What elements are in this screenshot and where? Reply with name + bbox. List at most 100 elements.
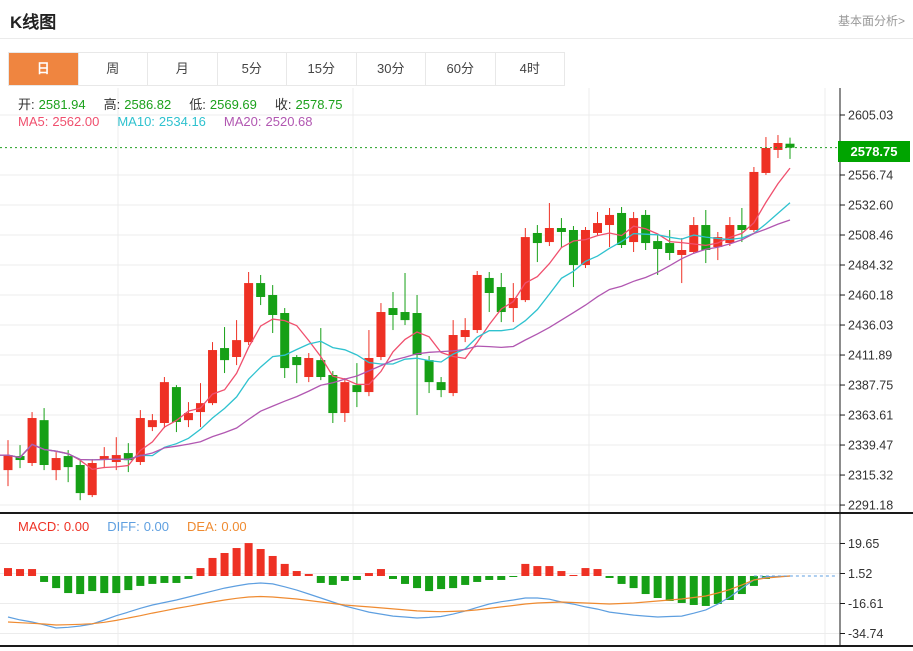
macd-histogram-bar	[233, 548, 241, 576]
ma10-legend-value: 2534.16	[159, 114, 206, 129]
macd-histogram-bar	[329, 576, 337, 585]
ma20-legend-label: MA20:	[224, 114, 262, 129]
macd-histogram-bar	[209, 558, 217, 576]
macd-histogram-bar	[28, 569, 36, 576]
candle-body	[569, 230, 578, 265]
macd-legend-label: MACD:	[18, 519, 60, 534]
candle-body	[244, 283, 253, 342]
macd-histogram-bar	[52, 576, 60, 588]
macd-histogram-bar	[269, 556, 277, 576]
candle-body	[449, 335, 458, 393]
macd-legend: MACD: 0.00	[18, 519, 93, 534]
candle-body	[677, 250, 686, 255]
macd-histogram-bar	[557, 571, 565, 576]
macd-histogram-bar	[317, 576, 325, 583]
diff-legend: DIFF:0.00	[107, 519, 173, 534]
ohlc-high: 高:2586.82	[104, 94, 176, 113]
candle-body	[545, 228, 554, 242]
ma20-legend: MA20: 2520.68	[224, 114, 317, 129]
price-axis-label: 2411.89	[848, 349, 892, 363]
macd-histogram-bar	[389, 576, 397, 579]
macd-histogram-bar	[184, 576, 192, 579]
macd-histogram-bar	[40, 576, 48, 582]
candle-body	[208, 350, 217, 403]
macd-histogram-bar	[690, 576, 698, 605]
macd-histogram-bar	[353, 576, 361, 580]
macd-histogram-bar	[545, 566, 553, 576]
ohlc-close-label: 收:	[275, 97, 292, 112]
macd-histogram-bar	[606, 576, 614, 578]
macd-histogram-bar	[642, 576, 650, 594]
candle-body	[521, 237, 530, 300]
ma20-legend-value: 2520.68	[266, 114, 313, 129]
candle-body	[533, 233, 542, 243]
macd-histogram-bar	[666, 576, 674, 601]
macd-histogram-bar	[4, 568, 12, 576]
macd-histogram-bar	[401, 576, 409, 584]
macd-histogram-bar	[497, 576, 505, 580]
candle-body	[148, 420, 157, 427]
candle-body	[100, 456, 109, 459]
macd-axis-label: -34.74	[848, 627, 883, 641]
price-axis-label: 2363.61	[848, 409, 893, 423]
macd-histogram-bar	[618, 576, 626, 584]
candle-body	[786, 144, 795, 148]
candle-body	[304, 358, 313, 377]
macd-histogram-bar	[124, 576, 132, 590]
price-axis-label: 2291.18	[848, 499, 893, 513]
dea-legend-value: 0.00	[221, 519, 246, 534]
macd-legend-value: 0.00	[64, 519, 89, 534]
ohlc-open-value: 2581.94	[39, 97, 86, 112]
macd-histogram-bar	[569, 575, 577, 576]
macd-histogram-bar	[64, 576, 72, 593]
candle-body	[88, 463, 97, 495]
candle-body	[653, 241, 662, 249]
candle-body	[76, 465, 85, 493]
price-axis-label: 2339.47	[848, 439, 893, 453]
ma10-legend: MA10: 2534.16	[117, 114, 210, 129]
macd-histogram-bar	[473, 576, 481, 582]
candle-body	[268, 295, 277, 315]
candle-body	[689, 225, 698, 252]
candle-body	[328, 375, 337, 413]
price-axis-label: 2605.03	[848, 109, 893, 123]
candle-body	[376, 312, 385, 357]
macd-histogram-bar	[425, 576, 433, 591]
ohlc-close: 收:2578.75	[275, 94, 347, 113]
macd-histogram-bar	[594, 569, 602, 576]
candle-body	[725, 225, 734, 243]
candle-body	[437, 382, 446, 390]
candle-body	[749, 172, 758, 230]
candle-body	[557, 228, 566, 232]
ohlc-row: 开: 2581.94 高:2586.82 低:2569.69 收:2578.75	[18, 94, 361, 113]
macd-histogram-bar	[702, 576, 710, 606]
candle-body	[593, 223, 602, 233]
candle-body	[473, 275, 482, 330]
macd-histogram-bar	[449, 576, 457, 588]
ohlc-open-label: 开:	[18, 97, 35, 112]
candle-body	[388, 308, 397, 315]
candle-body	[160, 382, 169, 423]
macd-histogram-bar	[293, 571, 301, 576]
macd-histogram-bar	[533, 566, 541, 576]
macd-histogram-bar	[581, 568, 589, 576]
macd-histogram-bar	[112, 576, 120, 593]
ohlc-high-value: 2586.82	[124, 97, 171, 112]
macd-histogram-bar	[148, 576, 156, 584]
macd-axis-label: -16.61	[848, 597, 883, 611]
macd-histogram-bar	[509, 576, 517, 577]
price-axis-label: 2508.46	[848, 229, 893, 243]
ma10-legend-label: MA10:	[117, 114, 155, 129]
current-price-badge-text: 2578.75	[851, 144, 898, 159]
macd-histogram-bar	[281, 564, 289, 576]
candle-body	[629, 218, 638, 242]
candle-body	[425, 360, 434, 382]
candle-body	[4, 455, 13, 470]
ohlc-low: 低:2569.69	[189, 94, 261, 113]
macd-histogram-bar	[461, 576, 469, 585]
macd-histogram-bar	[341, 576, 349, 581]
macd-histogram-bar	[245, 543, 253, 576]
macd-legend-row: MACD: 0.00 DIFF:0.00 DEA: 0.00	[18, 519, 265, 534]
price-axis-label: 2484.32	[848, 259, 893, 273]
dea-legend-label: DEA:	[187, 519, 217, 534]
